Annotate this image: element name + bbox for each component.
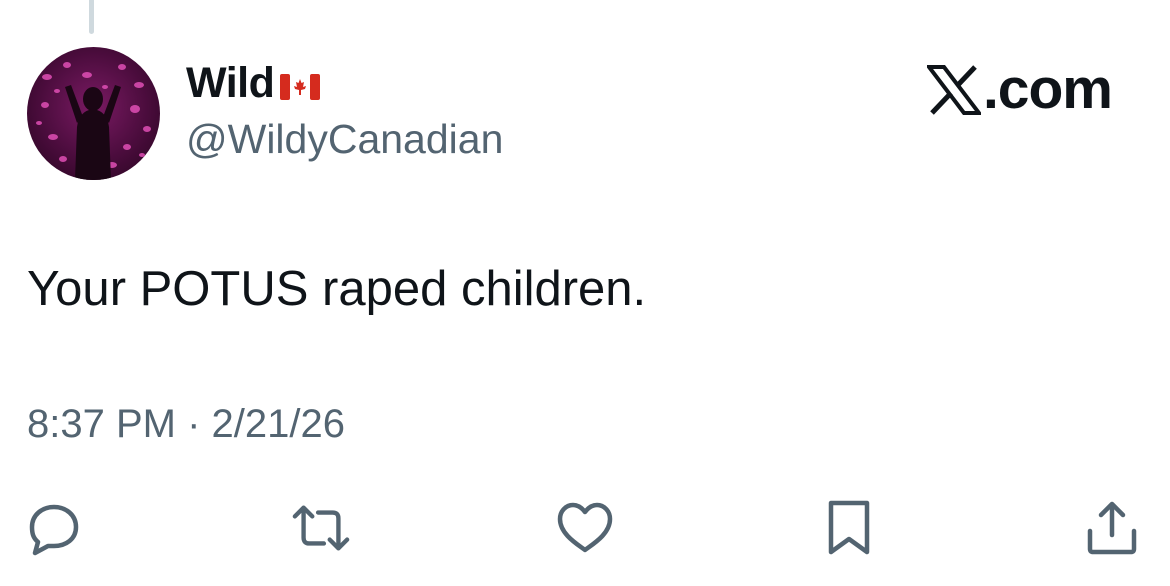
author-handle[interactable]: @WildyCanadian — [186, 119, 503, 160]
avatar-image — [36, 62, 151, 180]
tweet-timestamp[interactable]: 8:37 PM · 2/21/26 — [27, 404, 345, 444]
x-com-watermark: .com — [926, 57, 1113, 121]
avatar[interactable] — [27, 47, 160, 180]
author-display-name[interactable]: Wild — [186, 59, 321, 107]
repost-icon — [292, 505, 350, 551]
x-logo-icon — [926, 64, 981, 115]
bookmark-icon — [828, 500, 870, 555]
display-name-text: Wild — [186, 59, 275, 107]
bookmark-button[interactable] — [819, 498, 879, 558]
tweet-text: Your POTUS raped children. — [27, 262, 647, 316]
thread-connector-line — [89, 0, 94, 34]
canada-flag-icon — [280, 73, 321, 100]
reply-icon — [29, 504, 79, 556]
repost-button[interactable] — [291, 498, 351, 558]
watermark-text: .com — [982, 57, 1113, 121]
share-button[interactable] — [1082, 498, 1142, 558]
share-icon — [1087, 501, 1137, 555]
like-icon — [557, 502, 613, 553]
reply-button[interactable] — [24, 498, 84, 558]
like-button[interactable] — [555, 498, 615, 558]
